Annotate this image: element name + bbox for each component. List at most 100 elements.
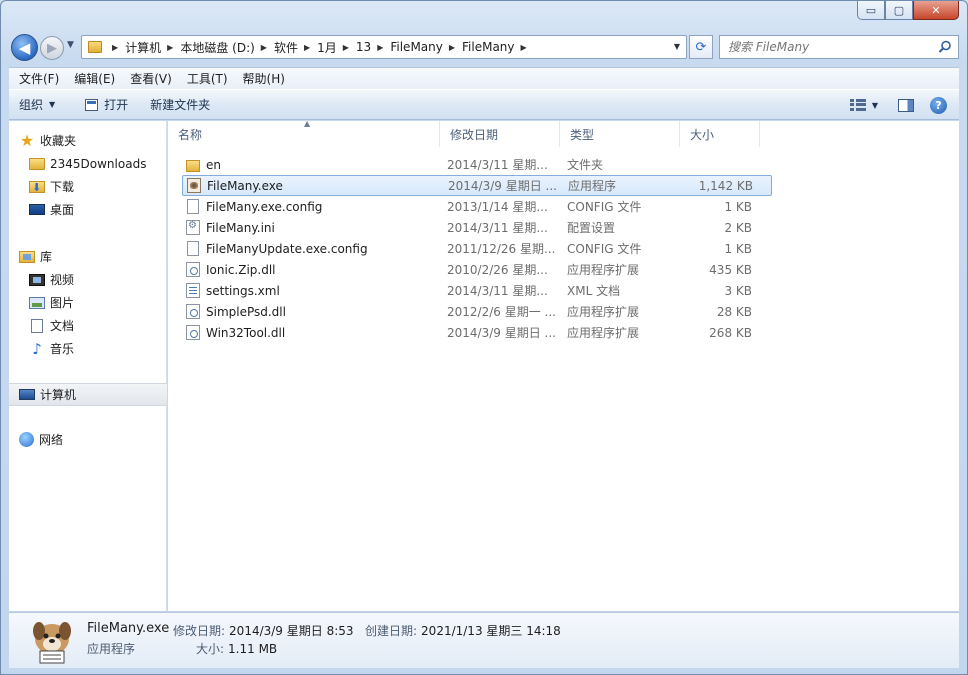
chevron-right-icon[interactable]: ▶ (377, 43, 383, 52)
column-type[interactable]: 类型 (560, 121, 680, 147)
recent-pages-dropdown[interactable]: ▼ (67, 40, 74, 50)
nav-item-2345downloads[interactable]: 2345Downloads (9, 152, 167, 175)
file-size: 268 KB (709, 325, 752, 340)
close-button[interactable]: ✕ (913, 1, 959, 20)
chevron-right-icon[interactable]: ▶ (449, 43, 455, 52)
nav-item-desktop[interactable]: 桌面 (9, 198, 167, 221)
view-options-icon[interactable] (849, 99, 866, 111)
nav-item-downloads[interactable]: 下载 (9, 175, 167, 198)
exe-file-icon (187, 178, 201, 193)
file-row[interactable]: FileMany.exe 2014/3/9 星期日 ... 应用程序 1,142 KB (182, 175, 772, 196)
file-date: 2011/12/26 星期... (447, 242, 556, 256)
maximize-button[interactable]: ▢ (885, 1, 913, 20)
menu-help[interactable]: 帮助(H) (233, 70, 290, 87)
back-button[interactable]: ◀ (11, 34, 38, 61)
file-date: 2012/2/6 星期一 ... (447, 305, 556, 319)
file-type: 应用程序扩展 (567, 305, 640, 319)
file-date: 2014/3/11 星期... (447, 221, 548, 235)
nav-computer[interactable]: 计算机 (9, 383, 167, 406)
help-icon[interactable]: ? (930, 96, 947, 114)
refresh-icon: ⟳ (695, 39, 707, 55)
file-row[interactable]: FileMany.ini 2014/3/11 星期... 配置设置 2 KB (182, 217, 772, 238)
file-size: 2 KB (724, 220, 752, 235)
nav-libraries[interactable]: 库 (9, 245, 167, 268)
column-date-modified[interactable]: 修改日期 (440, 121, 560, 147)
nav-label: 文档 (50, 319, 75, 333)
file-row[interactable]: FileMany.exe.config 2013/1/14 星期... CONFIG… (182, 196, 772, 217)
details-file-type: 应用程序 (87, 642, 136, 656)
refresh-button[interactable]: ⟳ (689, 35, 713, 59)
file-name-cell: FileManyUpdate.exe.config (182, 241, 441, 256)
new-folder-label: 新建文件夹 (150, 98, 211, 112)
document-icon (31, 318, 43, 333)
open-button[interactable]: 打开 (77, 93, 136, 117)
folder-file-icon (186, 159, 200, 172)
file-row[interactable]: en 2014/3/11 星期... 文件夹 (182, 154, 772, 175)
address-history-dropdown[interactable]: ▼ (674, 42, 680, 51)
file-size: 3 KB (724, 283, 752, 298)
new-folder-button[interactable]: 新建文件夹 (142, 93, 218, 117)
menu-edit[interactable]: 编辑(E) (64, 70, 120, 87)
column-label: 名称 (178, 127, 203, 142)
preview-pane-icon[interactable] (898, 98, 914, 112)
nav-item-documents[interactable]: 文档 (9, 314, 167, 337)
file-name: Win32Tool.dll (206, 325, 286, 340)
details-created-label: 创建日期: (365, 624, 418, 638)
address-bar[interactable]: ▶ 计算机 ▶ 本地磁盘 (D:) ▶ 软件 ▶ 1月 ▶ 13 ▶ FileMany ▶ FileMa… (81, 35, 687, 59)
sort-up-icon: ▲ (304, 119, 311, 128)
breadcrumb-item[interactable]: FileMany (390, 40, 443, 54)
search-icon[interactable] (938, 40, 952, 54)
nav-label: 音乐 (50, 342, 75, 356)
breadcrumb-item[interactable]: 软件 (274, 39, 298, 56)
file-date: 2014/3/11 星期... (447, 158, 548, 172)
nav-item-videos[interactable]: 视频 (9, 268, 167, 291)
file-name: FileMany.exe.config (206, 199, 323, 214)
forward-button[interactable]: ▶ (40, 36, 64, 60)
breadcrumb-item[interactable]: 1月 (317, 39, 337, 56)
file-row[interactable]: FileManyUpdate.exe.config 2011/12/26 星期..… (182, 238, 772, 259)
breadcrumb-item[interactable]: 13 (356, 40, 371, 54)
command-bar: 组织 ▼ 打开 新建文件夹 ▼ ? (9, 89, 959, 120)
dll-file-icon (186, 304, 200, 319)
chevron-right-icon[interactable]: ▶ (304, 43, 310, 52)
search-input[interactable] (720, 36, 930, 58)
nav-favorites[interactable]: ★ 收藏夹 (9, 129, 167, 152)
nav-label: 下载 (50, 180, 75, 194)
menu-view[interactable]: 查看(V) (120, 70, 177, 87)
column-label: 大小 (690, 127, 715, 142)
breadcrumb-item[interactable]: FileMany (462, 40, 515, 54)
favorites-group: ★ 收藏夹 2345Downloads 下载 桌面 (9, 129, 167, 221)
nav-label: 2345Downloads (50, 156, 147, 171)
file-size: 1 KB (724, 199, 752, 214)
file-name: Ionic.Zip.dll (206, 262, 276, 277)
details-size-label: 大小: (196, 642, 225, 656)
folder-icon (29, 157, 45, 170)
chevron-right-icon[interactable]: ▶ (167, 43, 173, 52)
search-box[interactable] (719, 35, 959, 59)
nav-item-music[interactable]: ♪ 音乐 (9, 337, 167, 360)
breadcrumb-item[interactable]: 本地磁盘 (D:) (180, 39, 254, 56)
file-rows: en 2014/3/11 星期... 文件夹 FileMany.exe 2014/3/9… (182, 154, 772, 343)
nav-label: 收藏夹 (40, 134, 77, 148)
column-name[interactable]: ▲ 名称 (168, 119, 440, 147)
file-row[interactable]: Win32Tool.dll 2014/3/9 星期日 ... 应用程序扩展 268 K… (182, 322, 772, 343)
file-row[interactable]: settings.xml 2014/3/11 星期... XML 文档 3 KB (182, 280, 772, 301)
chevron-right-icon[interactable]: ▶ (343, 43, 349, 52)
menu-file[interactable]: 文件(F) (9, 70, 64, 87)
menu-tools[interactable]: 工具(T) (177, 70, 233, 87)
minimize-button[interactable]: ▭ (857, 1, 885, 20)
breadcrumb-root-chevron[interactable]: ▶ (106, 36, 125, 58)
column-size[interactable]: 大小 (680, 121, 760, 147)
file-size: 28 KB (716, 304, 752, 319)
file-row[interactable]: Ionic.Zip.dll 2010/2/26 星期... 应用程序扩展 435 KB (182, 259, 772, 280)
view-dropdown-icon[interactable]: ▼ (872, 101, 878, 110)
organize-button[interactable]: 组织 ▼ (9, 93, 63, 117)
breadcrumb-item[interactable]: 计算机 (125, 39, 161, 56)
chevron-right-icon[interactable]: ▶ (521, 43, 527, 52)
open-label: 打开 (104, 98, 129, 112)
file-row[interactable]: SimplePsd.dll 2012/2/6 星期一 ... 应用程序扩展 28 KB (182, 301, 772, 322)
chevron-right-icon[interactable]: ▶ (261, 43, 267, 52)
nav-network[interactable]: 网络 (9, 428, 167, 451)
nav-item-pictures[interactable]: 图片 (9, 291, 167, 314)
filemany-app-icon (33, 622, 71, 664)
